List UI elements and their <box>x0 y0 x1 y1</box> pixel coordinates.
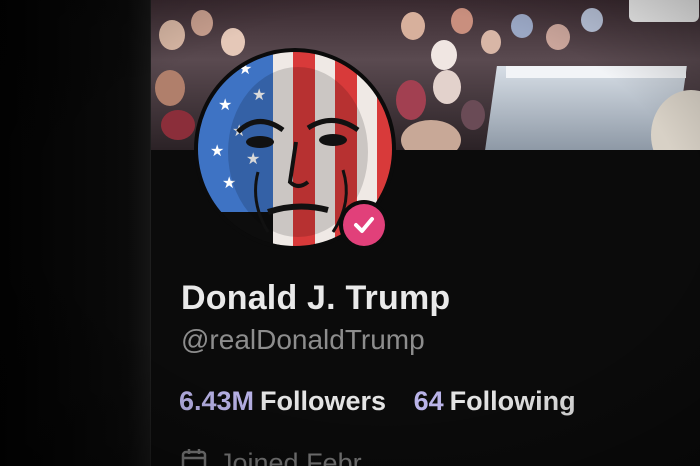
banner-sign <box>629 0 699 22</box>
joined-text: Joined Febr <box>219 448 362 466</box>
profile-column: ★ ★ ★ ★ ★ ★ ★ ★ <box>150 0 700 466</box>
following-label: Following <box>449 386 576 416</box>
followers-count: 6.43M <box>179 386 255 416</box>
following-link[interactable]: 64 Following <box>414 386 576 417</box>
screen: ★ ★ ★ ★ ★ ★ ★ ★ <box>0 0 700 466</box>
svg-text:★: ★ <box>210 141 224 160</box>
followers-label: Followers <box>260 386 387 416</box>
following-count: 64 <box>413 386 444 416</box>
left-edge <box>0 0 150 466</box>
followers-link[interactable]: 6.43M Followers <box>179 386 386 417</box>
verified-badge[interactable] <box>339 200 389 250</box>
profile-stats: 6.43M Followers 64 Following <box>179 386 596 417</box>
verified-check-icon <box>343 204 385 246</box>
user-handle: @realDonaldTrump <box>181 324 425 355</box>
joined-date: Joined Febr <box>181 447 362 466</box>
svg-text:★: ★ <box>218 95 232 114</box>
display-name: Donald J. Trump <box>181 279 451 317</box>
calendar-icon <box>181 447 207 466</box>
